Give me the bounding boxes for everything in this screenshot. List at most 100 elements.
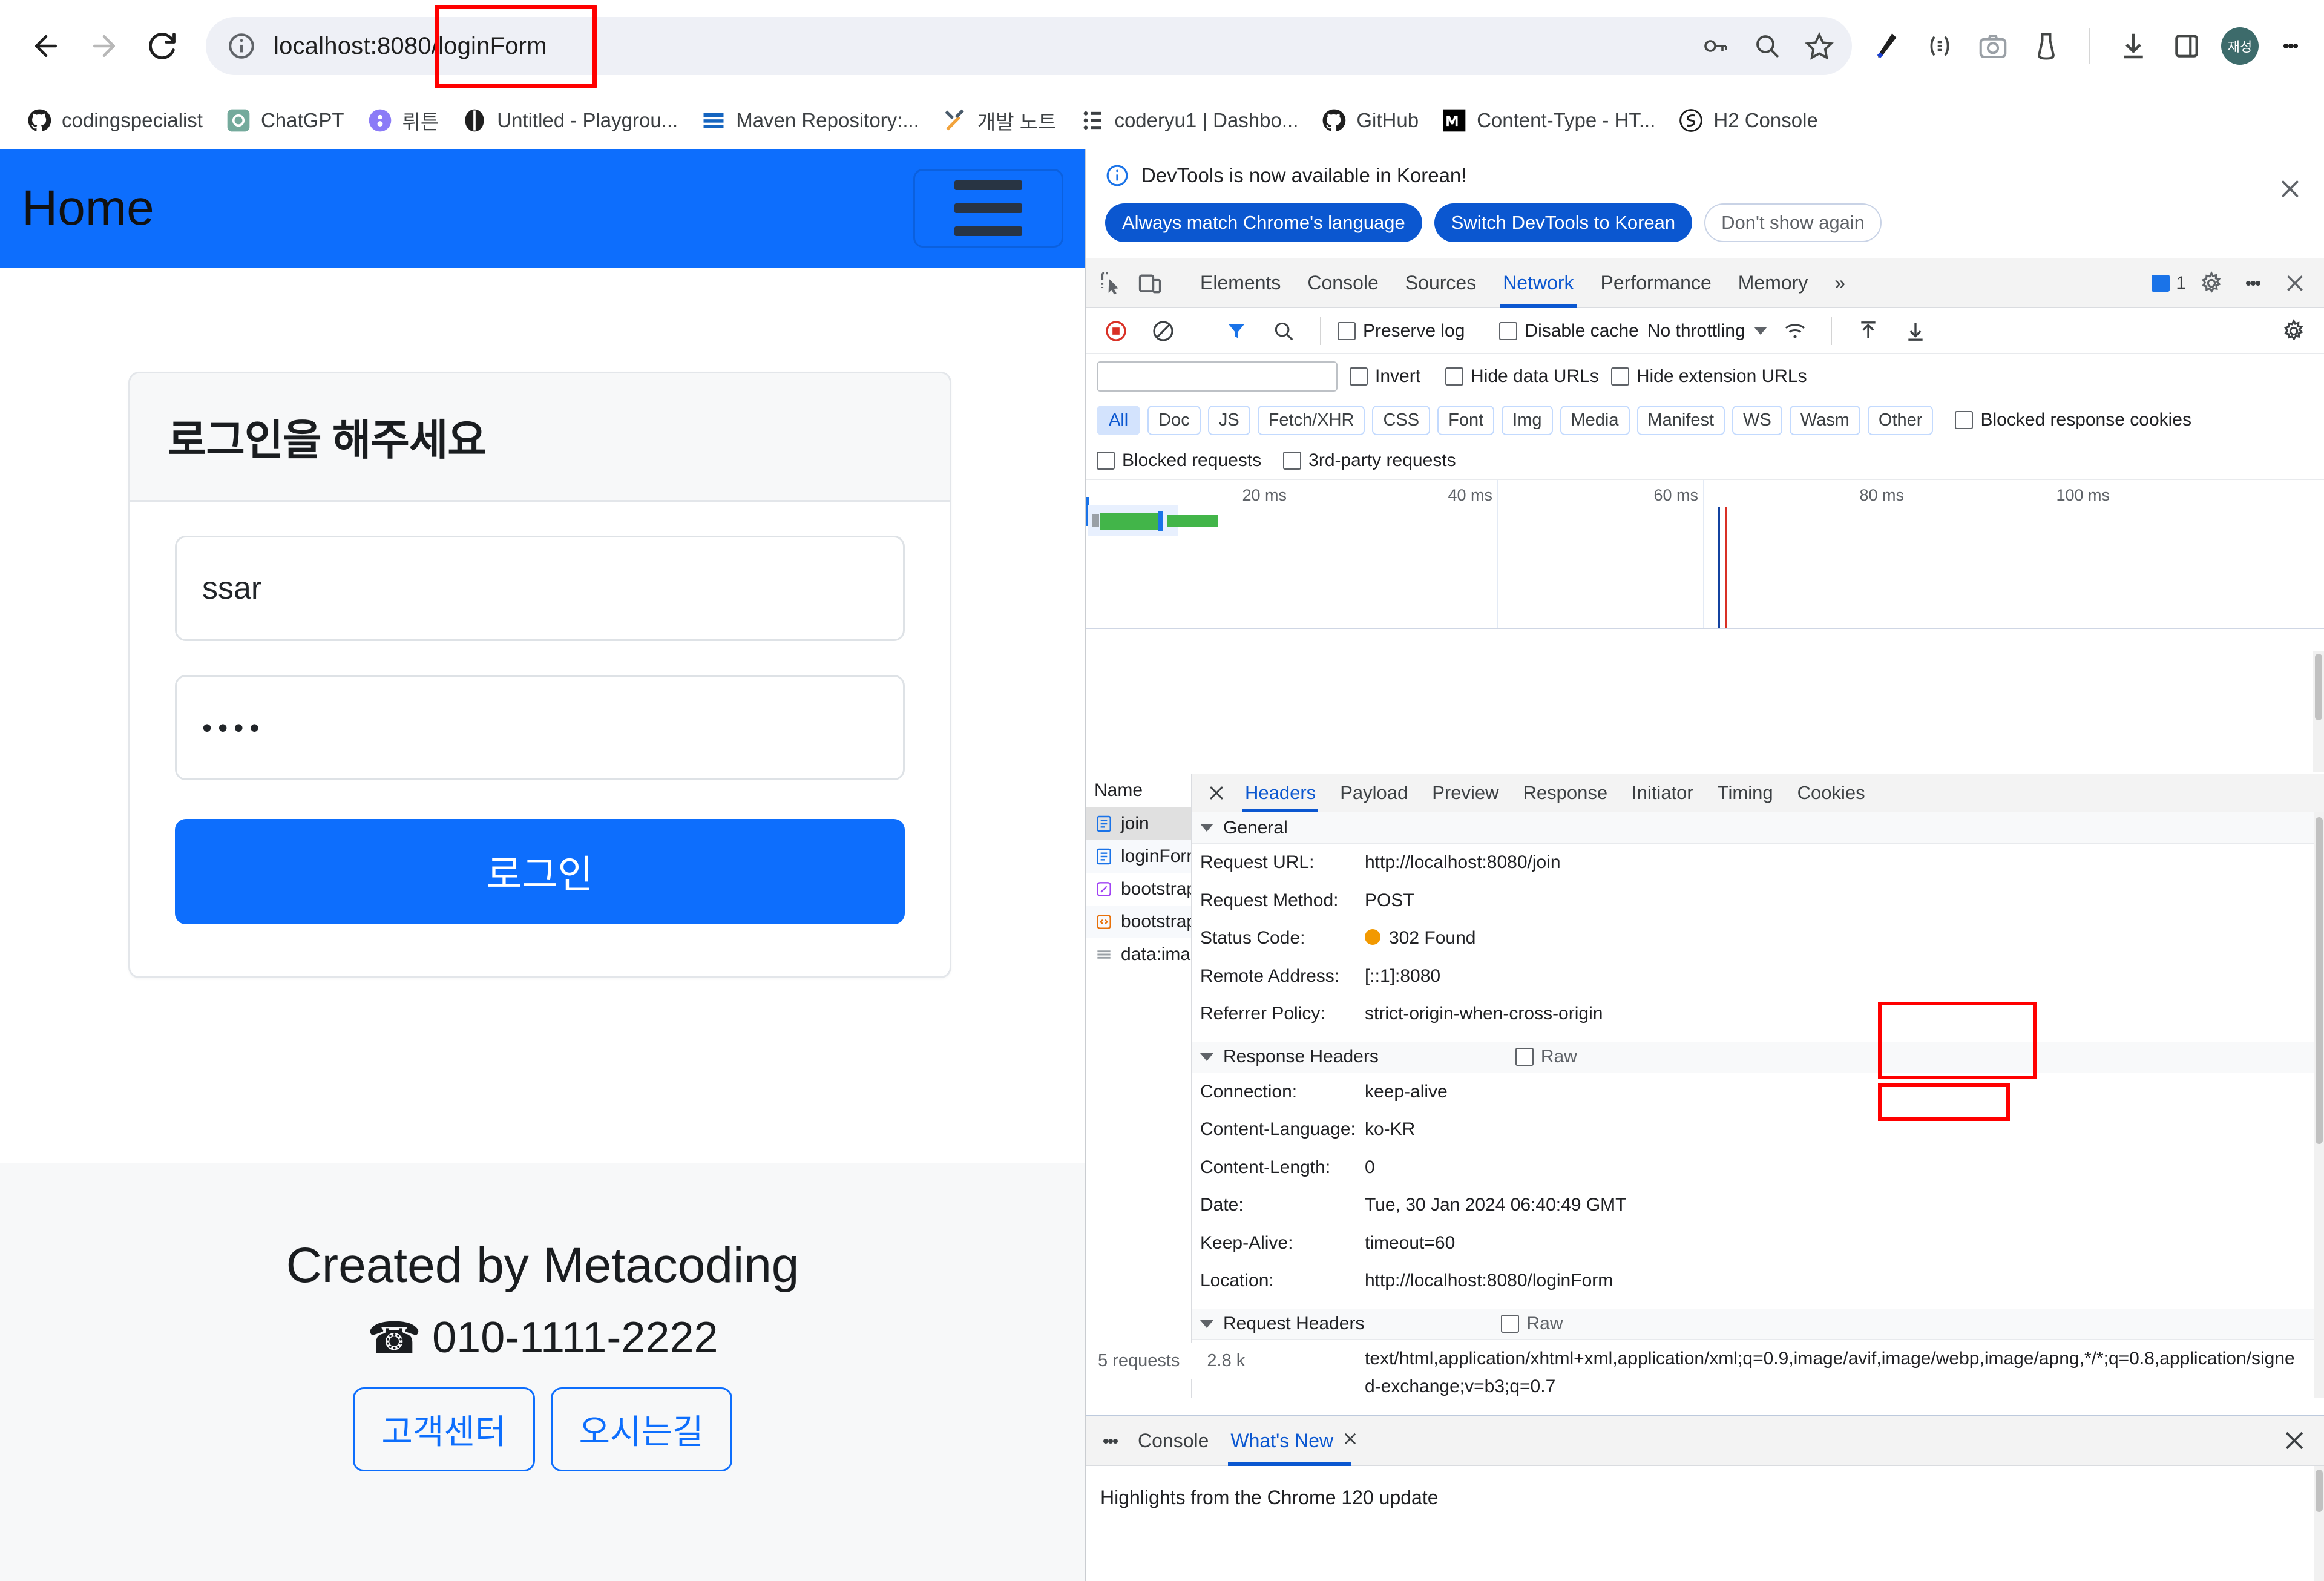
chip-img[interactable]: Img: [1502, 405, 1553, 435]
dont-show-again-button[interactable]: Don't show again: [1704, 203, 1882, 242]
tabs-overflow-icon[interactable]: »: [1821, 258, 1859, 308]
bookmark-item[interactable]: GitHub: [1309, 98, 1430, 143]
drawer-tab-whats-new[interactable]: What's New: [1219, 1416, 1370, 1466]
bookmark-item[interactable]: coderyu1 | Dashbo...: [1067, 98, 1309, 143]
chip-all[interactable]: All: [1097, 405, 1141, 435]
third-party-requests-checkbox[interactable]: 3rd-party requests: [1283, 450, 1456, 471]
bookmark-item[interactable]: 개발 노트: [930, 98, 1068, 143]
bookmark-item[interactable]: Untitled - Playgrou...: [450, 98, 689, 143]
network-settings-gear-icon[interactable]: [2274, 312, 2313, 350]
chip-doc[interactable]: Doc: [1147, 405, 1201, 435]
table-row[interactable]: loginForm: [1086, 840, 1191, 873]
requests-list[interactable]: Name join loginForm bootstrap.mi... boot…: [1086, 774, 1192, 1398]
navbar-brand[interactable]: Home: [22, 183, 154, 233]
disable-cache-checkbox[interactable]: Disable cache: [1499, 321, 1639, 341]
detail-tab-cookies[interactable]: Cookies: [1785, 774, 1877, 812]
clear-icon[interactable]: [1144, 312, 1183, 350]
bookmark-item[interactable]: codingspecialist: [15, 98, 214, 143]
bookmark-star-icon[interactable]: [1802, 29, 1836, 63]
chip-media[interactable]: Media: [1560, 405, 1630, 435]
password-input[interactable]: ••••: [175, 675, 905, 780]
tab-elements[interactable]: Elements: [1187, 258, 1294, 308]
filter-funnel-icon[interactable]: [1217, 312, 1256, 350]
side-panel-icon[interactable]: [2168, 27, 2205, 65]
code-extension-icon[interactable]: [1921, 27, 1958, 65]
table-row[interactable]: data:image/s...: [1086, 938, 1191, 971]
close-drawer-icon[interactable]: [2281, 1427, 2309, 1455]
directions-button[interactable]: 오시는길: [550, 1387, 732, 1472]
tab-sources[interactable]: Sources: [1392, 258, 1489, 308]
chip-wasm[interactable]: Wasm: [1789, 405, 1860, 435]
detail-tab-payload[interactable]: Payload: [1328, 774, 1420, 812]
address-bar[interactable]: localhost:8080/loginForm: [206, 17, 1852, 75]
detail-tab-response[interactable]: Response: [1511, 774, 1620, 812]
search-zoom-icon[interactable]: [1750, 29, 1784, 63]
tab-memory[interactable]: Memory: [1725, 258, 1822, 308]
chip-font[interactable]: Font: [1437, 405, 1495, 435]
customer-center-button[interactable]: 고객센터: [353, 1387, 535, 1472]
inspect-element-icon[interactable]: [1092, 264, 1131, 303]
bookmark-item[interactable]: Maven Repository:...: [689, 98, 930, 143]
chip-js[interactable]: JS: [1207, 405, 1250, 435]
export-har-icon[interactable]: [1896, 312, 1935, 350]
reload-button[interactable]: [133, 17, 191, 75]
site-info-icon[interactable]: [226, 31, 257, 61]
invert-checkbox[interactable]: Invert: [1350, 366, 1420, 387]
back-button[interactable]: [17, 17, 75, 75]
network-conditions-icon[interactable]: [1776, 312, 1814, 350]
search-icon[interactable]: [1264, 312, 1303, 350]
filter-input[interactable]: [1097, 361, 1338, 392]
bookmark-item[interactable]: ChatGPT: [214, 98, 355, 143]
close-icon[interactable]: [1342, 1430, 1359, 1452]
preserve-log-checkbox[interactable]: Preserve log: [1338, 321, 1465, 341]
record-stop-icon[interactable]: [1097, 312, 1135, 350]
hide-extension-urls-checkbox[interactable]: Hide extension URLs: [1610, 366, 1807, 387]
bookmark-item[interactable]: 뤼튼: [355, 98, 450, 143]
close-detail-icon[interactable]: [1200, 774, 1233, 812]
profile-avatar[interactable]: 재성: [2221, 27, 2259, 65]
detail-tab-headers[interactable]: Headers: [1233, 774, 1328, 812]
close-devtools-icon[interactable]: [2276, 264, 2314, 303]
throttling-select[interactable]: No throttling: [1647, 321, 1745, 341]
response-headers-section-header[interactable]: Response Headers Raw: [1192, 1041, 2324, 1073]
more-vertical-icon[interactable]: [2237, 265, 2270, 302]
login-submit-button[interactable]: 로그인: [175, 819, 905, 924]
username-input[interactable]: ssar: [175, 536, 905, 641]
gear-icon[interactable]: [2192, 264, 2231, 303]
password-key-icon[interactable]: [1698, 29, 1732, 63]
tab-console[interactable]: Console: [1294, 258, 1391, 308]
chip-other[interactable]: Other: [1867, 405, 1934, 435]
detail-tab-initiator[interactable]: Initiator: [1620, 774, 1705, 812]
chrome-menu-icon[interactable]: [2274, 27, 2307, 65]
drawer-tab-console[interactable]: Console: [1127, 1416, 1219, 1466]
request-raw-checkbox[interactable]: Raw: [1501, 1313, 1563, 1334]
network-timeline-overview[interactable]: 20 ms 40 ms 60 ms 80 ms 100 ms: [1086, 480, 2324, 629]
chip-fetch-xhr[interactable]: Fetch/XHR: [1257, 405, 1365, 435]
switch-devtools-korean-button[interactable]: Switch DevTools to Korean: [1434, 203, 1693, 242]
drawer-scrollbar[interactable]: [2314, 1466, 2324, 1581]
tab-performance[interactable]: Performance: [1587, 258, 1725, 308]
general-section-header[interactable]: General: [1192, 812, 2324, 844]
blocked-response-cookies-checkbox[interactable]: Blocked response cookies: [1955, 410, 2191, 430]
chip-ws[interactable]: WS: [1732, 405, 1782, 435]
device-toolbar-icon[interactable]: [1131, 264, 1169, 303]
request-headers-section-header[interactable]: Request Headers Raw: [1192, 1308, 2324, 1340]
hamburger-icon[interactable]: [913, 169, 1063, 248]
detail-scrollbar[interactable]: [2314, 812, 2324, 1398]
bookmark-item[interactable]: H2 Console: [1666, 98, 1828, 143]
tab-network[interactable]: Network: [1489, 258, 1587, 308]
import-har-icon[interactable]: [1849, 312, 1888, 350]
bookmark-item[interactable]: Content-Type - HT...: [1430, 98, 1666, 143]
always-match-language-button[interactable]: Always match Chrome's language: [1105, 203, 1422, 242]
response-raw-checkbox[interactable]: Raw: [1515, 1047, 1577, 1067]
chevron-down-icon[interactable]: [1753, 327, 1767, 335]
devtools-scrollbar[interactable]: [2313, 651, 2324, 772]
camera-extension-icon[interactable]: [1974, 27, 2012, 65]
blocked-requests-checkbox[interactable]: Blocked requests: [1097, 450, 1261, 471]
issues-badge[interactable]: 1: [2152, 273, 2186, 294]
download-icon[interactable]: [2115, 27, 2152, 65]
pen-extension-icon[interactable]: [1868, 27, 1905, 65]
detail-tab-timing[interactable]: Timing: [1705, 774, 1785, 812]
close-icon[interactable]: [2277, 176, 2303, 202]
table-row[interactable]: bootstrap.bu...: [1086, 906, 1191, 938]
